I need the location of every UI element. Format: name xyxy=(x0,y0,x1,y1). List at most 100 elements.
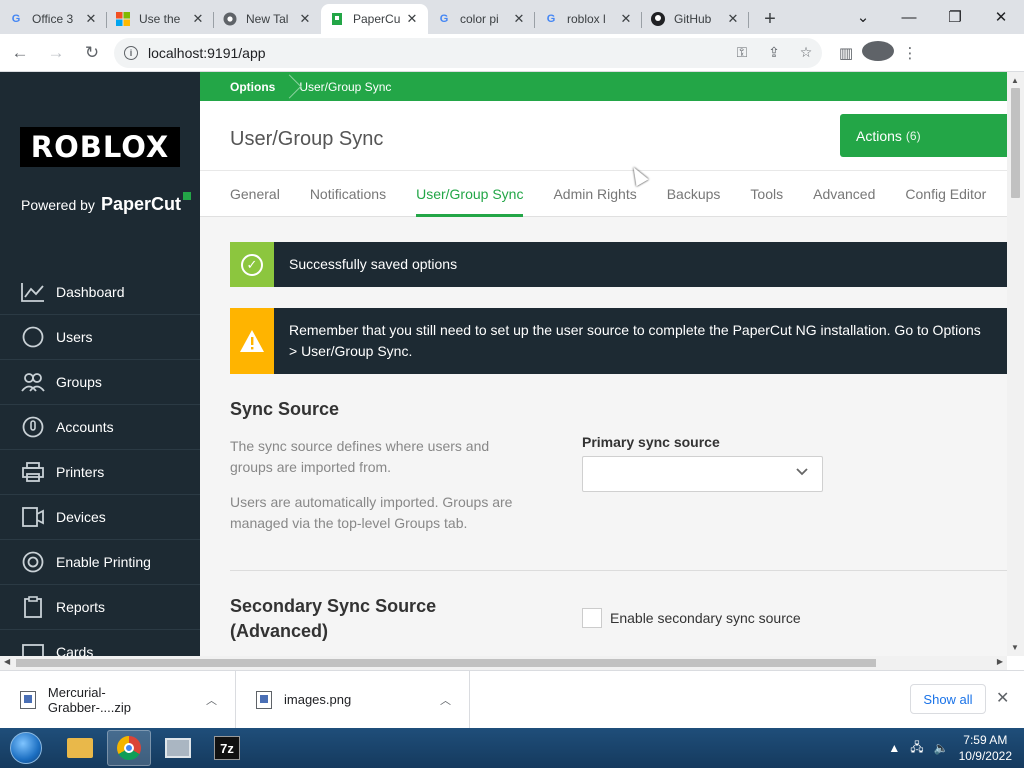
horizontal-scrollbar[interactable]: ◀ ▶ xyxy=(0,656,1007,670)
main-content: Options User/Group Sync User/Group Sync … xyxy=(200,72,1007,656)
breadcrumb-chevron-icon xyxy=(283,72,297,101)
warning-message: Remember that you still need to set up t… xyxy=(289,322,981,359)
download-filename[interactable]: images.png xyxy=(284,692,422,707)
key-icon[interactable]: ⚿ xyxy=(726,44,758,61)
enable-printing-icon xyxy=(20,550,46,574)
browser-tab-new-tab[interactable]: New Tal ✕ xyxy=(214,4,321,34)
download-item-zip[interactable]: Mercurial-Grabber-....zip ︿ xyxy=(0,670,236,729)
vertical-scroll-thumb[interactable] xyxy=(1011,88,1020,198)
sidebar-item-users[interactable]: Users xyxy=(0,315,200,360)
sidebar-item-reports[interactable]: Reports xyxy=(0,585,200,630)
7zip-icon: 7z xyxy=(214,736,240,760)
address-bar[interactable]: i localhost:9191/app ⚿ ⇪ ☆ xyxy=(114,37,822,68)
success-alert: ✓ Successfully saved options xyxy=(230,242,1007,287)
papercut-flag-icon xyxy=(182,192,191,200)
scroll-down-icon[interactable]: ▼ xyxy=(1011,643,1019,652)
tab-user-group-sync[interactable]: User/Group Sync xyxy=(416,171,524,217)
chevron-up-icon[interactable]: ︿ xyxy=(206,692,217,708)
breadcrumb-options[interactable]: Options xyxy=(230,80,275,94)
tab-admin-rights[interactable]: Admin Rights xyxy=(553,171,636,217)
side-panel-icon[interactable]: ▥ xyxy=(830,44,862,62)
site-info-icon[interactable]: i xyxy=(124,45,138,60)
close-tab-icon[interactable]: ✕ xyxy=(725,11,741,27)
close-tab-icon[interactable]: ✕ xyxy=(190,11,206,27)
enable-secondary-sync-checkbox[interactable] xyxy=(582,608,602,628)
browser-toolbar: ← → ↻ i localhost:9191/app ⚿ ⇪ ☆ ▥ ⋮ xyxy=(0,34,1024,72)
taskbar-chrome[interactable] xyxy=(107,730,151,766)
check-circle-icon: ✓ xyxy=(241,253,263,276)
tray-expand-icon[interactable]: ▲ xyxy=(888,741,900,755)
volume-icon[interactable]: 🔈 xyxy=(934,741,949,755)
tab-general[interactable]: General xyxy=(230,171,280,217)
menu-kebab-icon[interactable]: ⋮ xyxy=(894,44,926,62)
download-item-png[interactable]: images.png ︿ xyxy=(236,670,470,729)
taskbar-7zip[interactable]: 7z xyxy=(205,730,249,766)
sidebar-item-devices[interactable]: Devices xyxy=(0,495,200,540)
close-tab-icon[interactable]: ✕ xyxy=(83,11,99,27)
horizontal-scroll-thumb[interactable] xyxy=(16,659,876,667)
sidebar-item-label: Printers xyxy=(56,464,105,480)
device-icon xyxy=(20,505,46,529)
options-tabs: General Notifications User/Group Sync Ad… xyxy=(200,171,1007,217)
tab-notifications[interactable]: Notifications xyxy=(310,171,386,217)
scroll-right-icon[interactable]: ▶ xyxy=(997,657,1003,666)
taskbar-computer[interactable] xyxy=(156,730,200,766)
browser-tab-papercut[interactable]: PaperCu ✕ xyxy=(321,4,428,34)
window-controls: ⌄ — ❐ ✕ xyxy=(840,0,1024,34)
tab-config-editor[interactable]: Config Editor xyxy=(905,171,986,217)
tab-list-icon[interactable]: ⌄ xyxy=(840,8,886,26)
url-text[interactable]: localhost:9191/app xyxy=(148,45,726,61)
bookmark-star-icon[interactable]: ☆ xyxy=(790,44,822,61)
close-tab-icon[interactable]: ✕ xyxy=(404,11,420,27)
chrome-icon xyxy=(222,11,238,27)
close-tab-icon[interactable]: ✕ xyxy=(618,11,634,27)
page-header: User/Group Sync Actions (6) xyxy=(200,101,1007,171)
taskbar-explorer[interactable] xyxy=(58,730,102,766)
sidebar-item-accounts[interactable]: Accounts xyxy=(0,405,200,450)
download-filename[interactable]: Mercurial-Grabber-....zip xyxy=(48,685,188,715)
sidebar: ROBLOX Powered by PaperCut Dashboard Use… xyxy=(0,72,200,656)
start-button[interactable] xyxy=(6,728,46,768)
browser-tab-office[interactable]: G Office 3 ✕ xyxy=(0,4,107,34)
scroll-left-icon[interactable]: ◀ xyxy=(4,657,10,666)
profile-icon[interactable] xyxy=(862,40,894,65)
primary-sync-source-select[interactable] xyxy=(582,456,823,492)
show-all-downloads-button[interactable]: Show all xyxy=(910,684,986,714)
close-window-icon[interactable]: ✕ xyxy=(978,8,1024,26)
close-tab-icon[interactable]: ✕ xyxy=(511,11,527,27)
tab-backups[interactable]: Backups xyxy=(667,171,721,217)
enable-secondary-sync-label[interactable]: Enable secondary sync source xyxy=(610,610,801,626)
share-icon[interactable]: ⇪ xyxy=(758,44,790,61)
reload-icon[interactable]: ↻ xyxy=(76,37,108,69)
forward-icon[interactable]: → xyxy=(40,37,72,69)
network-icon[interactable]: 🖧 xyxy=(910,738,923,759)
browser-tab-github[interactable]: GitHub ✕ xyxy=(642,4,749,34)
sidebar-item-dashboard[interactable]: Dashboard xyxy=(0,270,200,315)
clock[interactable]: 7:59 AM 10/9/2022 xyxy=(959,732,1012,764)
sidebar-item-groups[interactable]: Groups xyxy=(0,360,200,405)
scroll-up-icon[interactable]: ▲ xyxy=(1011,76,1019,85)
chevron-up-icon[interactable]: ︿ xyxy=(440,692,451,708)
downloads-bar: Mercurial-Grabber-....zip ︿ images.png ︿ xyxy=(0,670,1024,729)
sync-source-desc-1: The sync source defines where users and … xyxy=(230,438,490,475)
tab-tools[interactable]: Tools xyxy=(750,171,783,217)
tab-advanced[interactable]: Advanced xyxy=(813,171,875,217)
new-tab-button[interactable]: + xyxy=(755,4,785,34)
minimize-icon[interactable]: — xyxy=(886,9,932,26)
system-tray: ▲ 🖧 🔈 7:59 AM 10/9/2022 xyxy=(888,728,1024,768)
sidebar-item-enable-printing[interactable]: Enable Printing xyxy=(0,540,200,585)
browser-tab-roblox[interactable]: G roblox l ✕ xyxy=(535,4,642,34)
back-icon[interactable]: ← xyxy=(4,37,36,69)
close-tab-icon[interactable]: ✕ xyxy=(297,11,313,27)
breadcrumb-current: User/Group Sync xyxy=(299,79,392,94)
enable-secondary-sync-row[interactable]: Enable secondary sync source xyxy=(582,608,801,628)
clock-date: 10/9/2022 xyxy=(958,749,1012,763)
browser-tab-color-picker[interactable]: G color pi ✕ xyxy=(428,4,535,34)
sidebar-item-cards[interactable]: Cards xyxy=(0,630,200,656)
maximize-icon[interactable]: ❐ xyxy=(932,8,978,26)
vertical-scrollbar[interactable]: ▲ ▼ xyxy=(1007,72,1024,656)
sidebar-item-printers[interactable]: Printers xyxy=(0,450,200,495)
actions-button[interactable]: Actions (6) xyxy=(840,114,1007,157)
close-downloads-icon[interactable]: ✕ xyxy=(996,688,1009,708)
browser-tab-use-the[interactable]: Use the ✕ xyxy=(107,4,214,34)
